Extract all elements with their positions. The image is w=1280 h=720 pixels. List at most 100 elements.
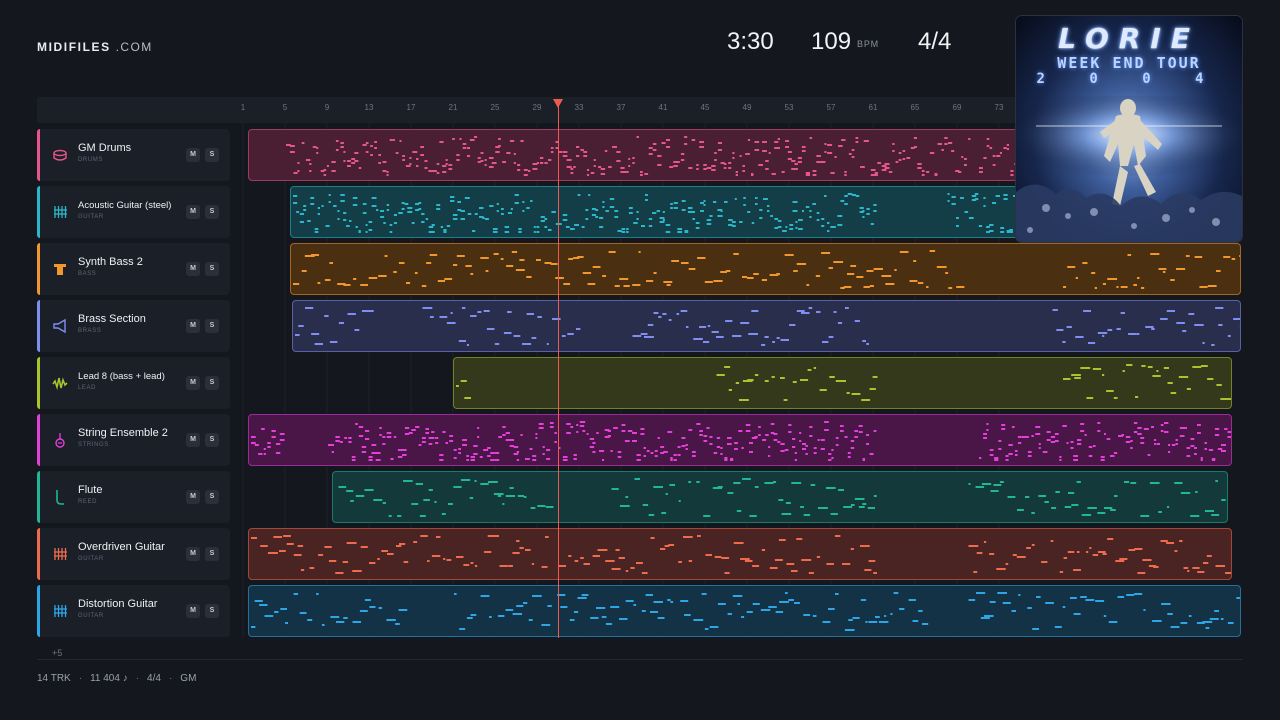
mute-button[interactable]: M [186, 319, 200, 333]
midi-note [974, 193, 979, 195]
midi-note [960, 197, 964, 199]
mute-button[interactable]: M [186, 376, 200, 390]
midi-note [732, 157, 735, 159]
midi-note [1067, 266, 1076, 268]
track-header-distortion-guitar[interactable]: Distortion Guitar GUITAR M S [37, 585, 230, 637]
midi-note [802, 448, 806, 450]
midi-note [414, 272, 418, 274]
midi-note [602, 275, 606, 277]
solo-button[interactable]: S [205, 604, 219, 618]
solo-button[interactable]: S [205, 148, 219, 162]
track-header-brass-section[interactable]: Brass Section BRASS M S [37, 300, 230, 352]
solo-button[interactable]: S [205, 376, 219, 390]
midi-note [580, 557, 584, 559]
track-clip[interactable] [248, 414, 1232, 466]
midi-note [1038, 443, 1041, 445]
ruler-tick: 5 [282, 103, 288, 112]
midi-note [419, 515, 426, 517]
midi-note [778, 499, 784, 501]
midi-note [378, 154, 381, 156]
midi-note [352, 197, 358, 199]
track-header-flute[interactable]: Flute REED M S [37, 471, 230, 523]
midi-note [743, 197, 746, 199]
midi-note [453, 264, 458, 266]
midi-note [295, 334, 300, 336]
track-clip[interactable] [292, 300, 1241, 352]
midi-note [784, 449, 789, 451]
midi-note [956, 286, 965, 288]
midi-note [973, 571, 978, 573]
track-clip[interactable] [248, 585, 1241, 637]
mute-button[interactable]: M [186, 604, 200, 618]
midi-note [732, 595, 743, 597]
playhead-line[interactable] [558, 100, 559, 638]
midi-note [685, 444, 688, 446]
track-header-lead-8-bass-lead[interactable]: Lead 8 (bass + lead) LEAD M S [37, 357, 230, 409]
track-header-overdriven-guitar[interactable]: Overdriven Guitar GUITAR M S [37, 528, 230, 580]
midi-note [487, 481, 498, 483]
tempo-unit: BPM [857, 39, 879, 49]
midi-note [844, 195, 848, 197]
midi-note [881, 169, 887, 171]
mute-button[interactable]: M [186, 205, 200, 219]
midi-note [821, 218, 825, 220]
midi-note [263, 453, 266, 455]
midi-note [866, 213, 870, 215]
midi-note [843, 286, 852, 288]
midi-note [792, 210, 798, 212]
midi-note [860, 545, 870, 547]
track-header-synth-bass-2[interactable]: Synth Bass 2 BASS M S [37, 243, 230, 295]
mute-button[interactable]: M [186, 547, 200, 561]
midi-note [684, 614, 691, 616]
midi-note [961, 156, 964, 158]
midi-note [364, 489, 374, 491]
track-header-gm-drums[interactable]: GM Drums DRUMS M S [37, 129, 230, 181]
mute-button[interactable]: M [186, 433, 200, 447]
solo-button[interactable]: S [205, 490, 219, 504]
midi-note [600, 168, 606, 170]
track-clip[interactable] [332, 471, 1228, 523]
midi-note [346, 225, 350, 227]
mute-button[interactable]: M [186, 490, 200, 504]
solo-button[interactable]: S [205, 262, 219, 276]
midi-note [1038, 447, 1041, 449]
midi-note [794, 602, 800, 604]
midi-note [926, 171, 930, 173]
midi-note [654, 455, 658, 457]
midi-note [488, 157, 494, 159]
midi-note [463, 564, 470, 566]
midi-note [800, 506, 804, 508]
solo-button[interactable]: S [205, 319, 219, 333]
solo-button[interactable]: S [205, 547, 219, 561]
midi-note [1208, 449, 1214, 451]
midi-note [1116, 328, 1121, 330]
midi-note [861, 399, 871, 401]
midi-note [342, 561, 349, 563]
track-clip[interactable] [453, 357, 1232, 409]
midi-note [680, 310, 688, 312]
midi-note [576, 155, 580, 157]
midi-note [794, 168, 798, 170]
more-tracks-link[interactable]: +5 [52, 648, 62, 658]
mute-button[interactable]: M [186, 148, 200, 162]
solo-button[interactable]: S [205, 205, 219, 219]
track-header-acoustic-guitar-steel[interactable]: Acoustic Guitar (steel) GUITAR M S [37, 186, 230, 238]
mute-button[interactable]: M [186, 262, 200, 276]
midi-note [544, 162, 548, 164]
midi-note [1167, 506, 1170, 508]
midi-note [860, 599, 867, 601]
midi-note [426, 262, 432, 264]
midi-note [665, 224, 671, 226]
midi-note [513, 453, 519, 455]
track-clip[interactable] [248, 528, 1232, 580]
midi-note [285, 622, 288, 624]
track-header-string-ensemble-2[interactable]: String Ensemble 2 STRINGS M S [37, 414, 230, 466]
playhead-marker[interactable] [553, 99, 563, 108]
midi-note [1227, 431, 1231, 433]
midi-note [717, 149, 722, 151]
track-clip[interactable] [290, 243, 1241, 295]
midi-note [1186, 447, 1191, 449]
midi-note [459, 628, 466, 630]
solo-button[interactable]: S [205, 433, 219, 447]
midi-note [646, 280, 654, 282]
